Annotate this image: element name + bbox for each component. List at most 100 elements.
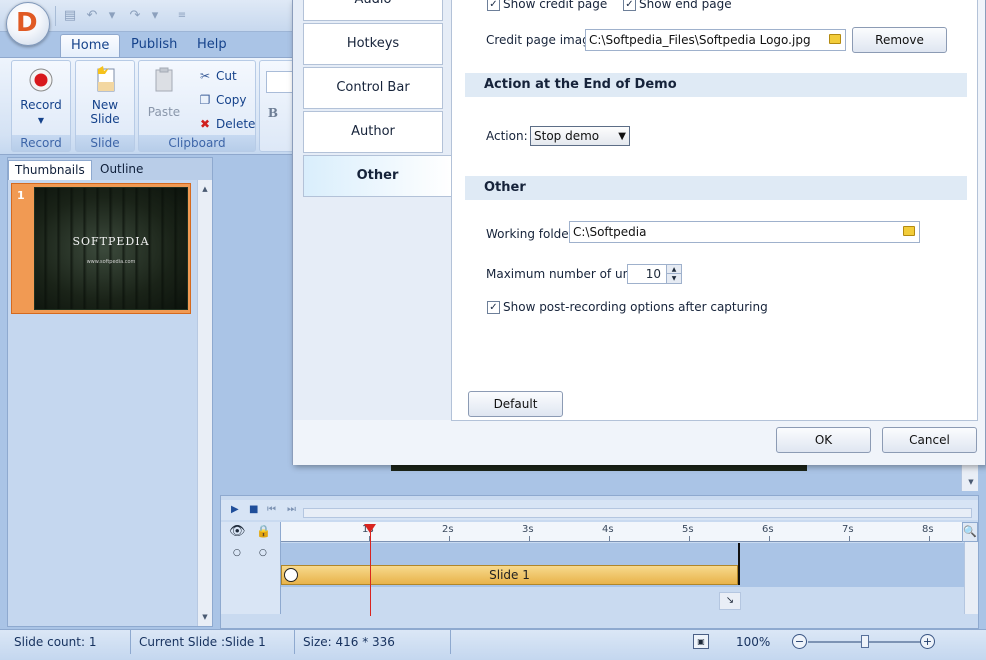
credit-page-image-value: C:\Softpedia_Files\Softpedia Logo.jpg [589, 33, 811, 47]
canvas-scroll-down-icon[interactable]: ▼ [964, 475, 978, 489]
new-slide-label-1: New [91, 98, 119, 112]
slide-end-marker[interactable] [738, 543, 740, 585]
nav-other[interactable]: Other [303, 155, 451, 197]
timeline-hscrollbar[interactable] [303, 508, 972, 518]
lock-icon[interactable]: 🔒 [256, 524, 271, 538]
zoom-in-icon[interactable]: + [920, 634, 935, 649]
spin-down-icon[interactable]: ▼ [666, 274, 681, 283]
clipboard-group: Paste ✂ Cut ❐ Copy ✖ Delete Clipboard [138, 60, 256, 152]
app-logo-icon: D [16, 8, 38, 38]
ruler-tick-label: 6s [762, 524, 774, 535]
save-icon[interactable]: ▤ [60, 6, 80, 26]
playhead-handle[interactable] [364, 524, 376, 533]
zoom-level: 100% [736, 635, 771, 649]
clock-icon [284, 568, 298, 582]
rewind-icon[interactable]: ⏮ [267, 504, 276, 515]
timeline-zoom-icon[interactable]: 🔍 [962, 522, 978, 542]
canvas-scrollbar[interactable]: ▼ [961, 465, 978, 491]
slide-thumbnail[interactable]: 1 SOFTPEDIA www.softpedia.com [11, 183, 191, 314]
track-lock-toggle[interactable]: ○ [259, 548, 267, 558]
ruler-tick [929, 536, 930, 541]
options-nav: Audio Hotkeys Control Bar Author Other [293, 0, 451, 420]
nav-hotkeys[interactable]: Hotkeys [303, 23, 443, 65]
cut-button[interactable]: ✂ Cut [197, 67, 237, 85]
show-post-recording-checkbox[interactable]: ✓ [487, 301, 500, 314]
tab-help[interactable]: Help [187, 34, 237, 58]
nav-audio[interactable]: Audio [303, 0, 443, 21]
copy-icon: ❐ [199, 93, 211, 107]
nav-control-bar[interactable]: Control Bar [303, 67, 443, 109]
ruler-tick-label: 7s [842, 524, 854, 535]
tab-home[interactable]: Home [60, 34, 121, 58]
undo-icon[interactable]: ↶ [82, 6, 102, 26]
status-slide-count: Slide count: 1 [6, 630, 131, 654]
zoom-out-icon[interactable]: − [792, 634, 807, 649]
app-menu-button[interactable]: D [6, 2, 50, 46]
show-end-page-checkbox[interactable]: ✓ [623, 0, 636, 11]
record-dropdown-icon: ▼ [37, 116, 45, 125]
qat-dropdown-icon[interactable]: ▾ [102, 6, 122, 26]
forward-icon[interactable]: ⏭ [287, 504, 296, 515]
slide-thumbnail-image: SOFTPEDIA www.softpedia.com [34, 187, 188, 310]
working-folder-field[interactable]: C:\Softpedia [569, 221, 920, 243]
nav-author[interactable]: Author [303, 111, 443, 153]
delete-label: Delete [216, 117, 256, 131]
slide-group-label: Slide [76, 135, 134, 151]
section-other-header: Other [465, 176, 967, 200]
working-folder-value: C:\Softpedia [573, 225, 647, 239]
qat-more-icon[interactable]: ▾ [145, 6, 165, 26]
stop-icon[interactable]: ■ [249, 504, 258, 515]
timeline-toolbar: ▶ ■ ⏮ ⏭ [221, 500, 978, 520]
browse-folder-icon[interactable] [829, 34, 841, 44]
paste-icon [155, 67, 173, 92]
max-undos-spinner[interactable]: 10 ▲ ▼ [627, 264, 682, 284]
action-select-value: Stop demo [534, 129, 600, 143]
delete-button[interactable]: ✖ Delete [197, 115, 255, 133]
scroll-down-icon[interactable]: ▼ [198, 610, 212, 624]
cursor-object-marker[interactable]: ↘ [719, 592, 741, 610]
track-visible-toggle[interactable]: ○ [233, 548, 241, 558]
forest-background [35, 188, 187, 309]
ruler-tick-label: 8s [922, 524, 934, 535]
ruler-tick-label: 2s [442, 524, 454, 535]
default-button[interactable]: Default [468, 391, 563, 417]
copy-label: Copy [216, 93, 247, 107]
qat-separator [55, 6, 56, 26]
ok-button[interactable]: OK [776, 427, 871, 453]
tab-publish[interactable]: Publish [121, 34, 187, 58]
tab-outline[interactable]: Outline [94, 160, 149, 180]
slide-canvas-edge [391, 465, 807, 471]
paste-button[interactable]: Paste [141, 65, 187, 119]
ruler-tick-label: 4s [602, 524, 614, 535]
working-folder-browse-icon[interactable] [903, 226, 915, 236]
slides-pane: Thumbnails Outline 1 SOFTPEDIA www.softp… [7, 157, 213, 627]
delete-x-icon: ✖ [199, 117, 211, 131]
zoom-slider-thumb[interactable] [861, 635, 869, 648]
ruler-tick [529, 536, 530, 541]
ruler-tick-label: 5s [682, 524, 694, 535]
new-slide-button[interactable]: New Slide [76, 65, 134, 126]
action-select[interactable]: Stop demo ▼ [530, 126, 630, 146]
show-credit-page-label: Show credit page [503, 0, 608, 11]
customize-qat-icon[interactable]: ≡ [172, 6, 192, 26]
eye-icon[interactable]: 👁 [229, 524, 246, 539]
tab-thumbnails[interactable]: Thumbnails [8, 160, 92, 180]
bold-button[interactable]: B [264, 103, 282, 123]
ruler-tick [769, 536, 770, 541]
copy-button[interactable]: ❐ Copy [197, 91, 247, 109]
slide-duration-bar[interactable]: Slide 1 [281, 565, 738, 585]
spin-up-icon[interactable]: ▲ [666, 265, 681, 274]
options-content: ✓ Show credit page ✓ Show end page Credi… [451, 0, 978, 421]
show-credit-page-checkbox[interactable]: ✓ [487, 0, 500, 11]
record-button[interactable]: Record ▼ [12, 65, 70, 128]
fit-window-icon[interactable]: ▣ [693, 634, 709, 649]
thumbnail-scrollbar[interactable]: ▲ ▼ [197, 180, 212, 626]
play-icon[interactable]: ▶ [231, 504, 239, 515]
cancel-button[interactable]: Cancel [882, 427, 977, 453]
timeline-ruler[interactable]: 1s 2s 3s 4s 5s 6s 7s 8s [281, 522, 964, 542]
timeline-panel: ▶ ■ ⏮ ⏭ 👁 🔒 ○ ○ 1s 2s 3s 4s 5s 6s 7s 8s ↘ Slide… [220, 495, 979, 629]
remove-button[interactable]: Remove [852, 27, 947, 53]
scroll-up-icon[interactable]: ▲ [198, 182, 212, 196]
redo-icon[interactable]: ↷ [125, 6, 145, 26]
credit-page-image-field[interactable]: C:\Softpedia_Files\Softpedia Logo.jpg [585, 29, 846, 51]
